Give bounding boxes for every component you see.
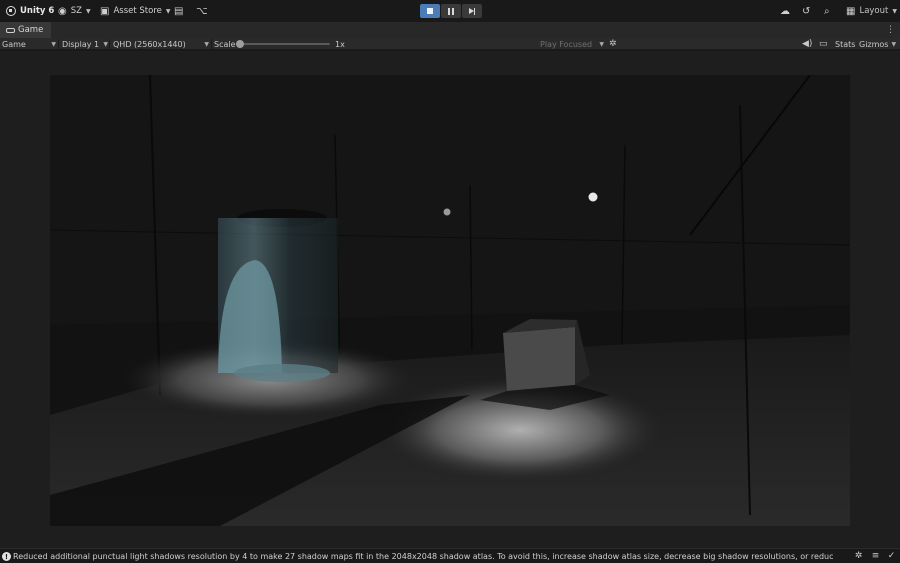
scale-value: 1x	[335, 39, 345, 49]
gamepad-icon	[6, 27, 15, 33]
unity-version-label: Unity 6	[20, 6, 55, 16]
scale-label: Scale	[214, 39, 236, 49]
stop-icon	[427, 8, 433, 14]
chevron-down-icon: ▼	[892, 7, 897, 15]
warning-icon: !	[2, 552, 11, 561]
chevron-down-icon: ▼	[85, 7, 91, 15]
pause-button[interactable]	[441, 4, 461, 18]
account-icon: ◉	[58, 5, 67, 17]
divider	[109, 39, 110, 49]
unity-version-menu[interactable]: Unity 6	[6, 0, 54, 22]
chevron-down-icon: ▼	[51, 40, 56, 48]
status-message[interactable]: Reduced additional punctual light shadow…	[13, 549, 833, 563]
chevron-down-icon: ▼	[891, 40, 897, 48]
stats-button[interactable]: Stats	[835, 38, 855, 50]
search-icon: ⌕	[824, 5, 830, 17]
cloud-button[interactable]: ☁	[780, 0, 790, 22]
pause-icon	[448, 7, 454, 15]
version-control-icon: ⌥	[196, 5, 208, 17]
layout-dropdown[interactable]: ▦ Layout ▼	[846, 0, 897, 22]
tab-game-label: Game	[18, 25, 44, 35]
check-icon[interactable]: ✓	[887, 552, 896, 561]
chevron-down-icon: ▼	[204, 40, 209, 48]
game-scene-render	[50, 75, 850, 526]
undo-history-button[interactable]: ↺	[802, 0, 810, 22]
unity-logo-icon	[6, 6, 16, 16]
account-label: SZ	[70, 6, 82, 16]
package-icon: ▤	[174, 5, 184, 17]
account-dropdown[interactable]: ◉ SZ ▼	[58, 0, 91, 22]
play-controls	[420, 4, 482, 18]
main-toolbar: Unity 6 ◉ SZ ▼ ▣ Asset Store ▼ ▤ ⌥ ☁ ↺ ⌕…	[0, 0, 900, 22]
resolution-dropdown[interactable]: QHD (2560x1440) ▼	[113, 38, 209, 50]
scale-slider-handle[interactable]	[236, 40, 244, 48]
divider	[211, 39, 212, 49]
search-button[interactable]: ⌕	[824, 0, 830, 22]
play-focus-label: Play Focused	[540, 39, 593, 49]
chevron-down-icon: ▼	[103, 40, 108, 48]
history-icon: ↺	[802, 5, 811, 17]
asset-store-dropdown[interactable]: ▣ Asset Store ▼	[100, 0, 170, 22]
audio-icon[interactable]: ◀)	[802, 38, 812, 50]
gizmos-label: Gizmos	[859, 39, 889, 49]
version-control-button[interactable]: ⌥	[196, 0, 208, 22]
kebab-menu-icon[interactable]: ⋮	[886, 22, 895, 38]
tab-game[interactable]: Game	[0, 22, 52, 38]
display-dropdown[interactable]: Display 1 ▼	[62, 38, 108, 50]
resolution-label: QHD (2560x1440)	[113, 39, 186, 49]
step-icon	[468, 7, 476, 15]
step-button[interactable]	[462, 4, 482, 18]
status-bar: ! Reduced additional punctual light shad…	[0, 548, 900, 563]
layout-label: Layout	[859, 6, 889, 16]
chevron-down-icon: ▼	[599, 40, 604, 48]
display-label: Display 1	[62, 39, 100, 49]
game-mode-label: Game	[2, 39, 26, 49]
game-viewport[interactable]	[50, 75, 850, 526]
tab-bar: Game ⋮	[0, 22, 900, 38]
game-view-toolbar: Game ▼ Display 1 ▼ QHD (2560x1440) ▼ Sca…	[0, 38, 900, 50]
game-mode-dropdown[interactable]: Game ▼	[2, 38, 56, 50]
chevron-down-icon: ▼	[165, 7, 171, 15]
stats-icon[interactable]: ▭	[819, 38, 828, 50]
debug-icon[interactable]: ✲	[854, 552, 863, 561]
gizmos-button[interactable]: Gizmos ▼	[859, 38, 896, 50]
bug-icon[interactable]: ✲	[609, 38, 617, 50]
stop-button[interactable]	[420, 4, 440, 18]
console-icon[interactable]: ≡	[871, 552, 880, 561]
scale-slider-track[interactable]	[238, 43, 330, 45]
asset-store-icon: ▣	[100, 5, 110, 17]
divider	[58, 39, 59, 49]
asset-store-label: Asset Store	[113, 6, 162, 16]
play-focus-dropdown[interactable]: Play Focused ▼	[540, 38, 604, 50]
layout-icon: ▦	[846, 5, 856, 17]
cloud-icon: ☁	[780, 5, 790, 17]
package-manager-button[interactable]: ▤	[174, 0, 183, 22]
